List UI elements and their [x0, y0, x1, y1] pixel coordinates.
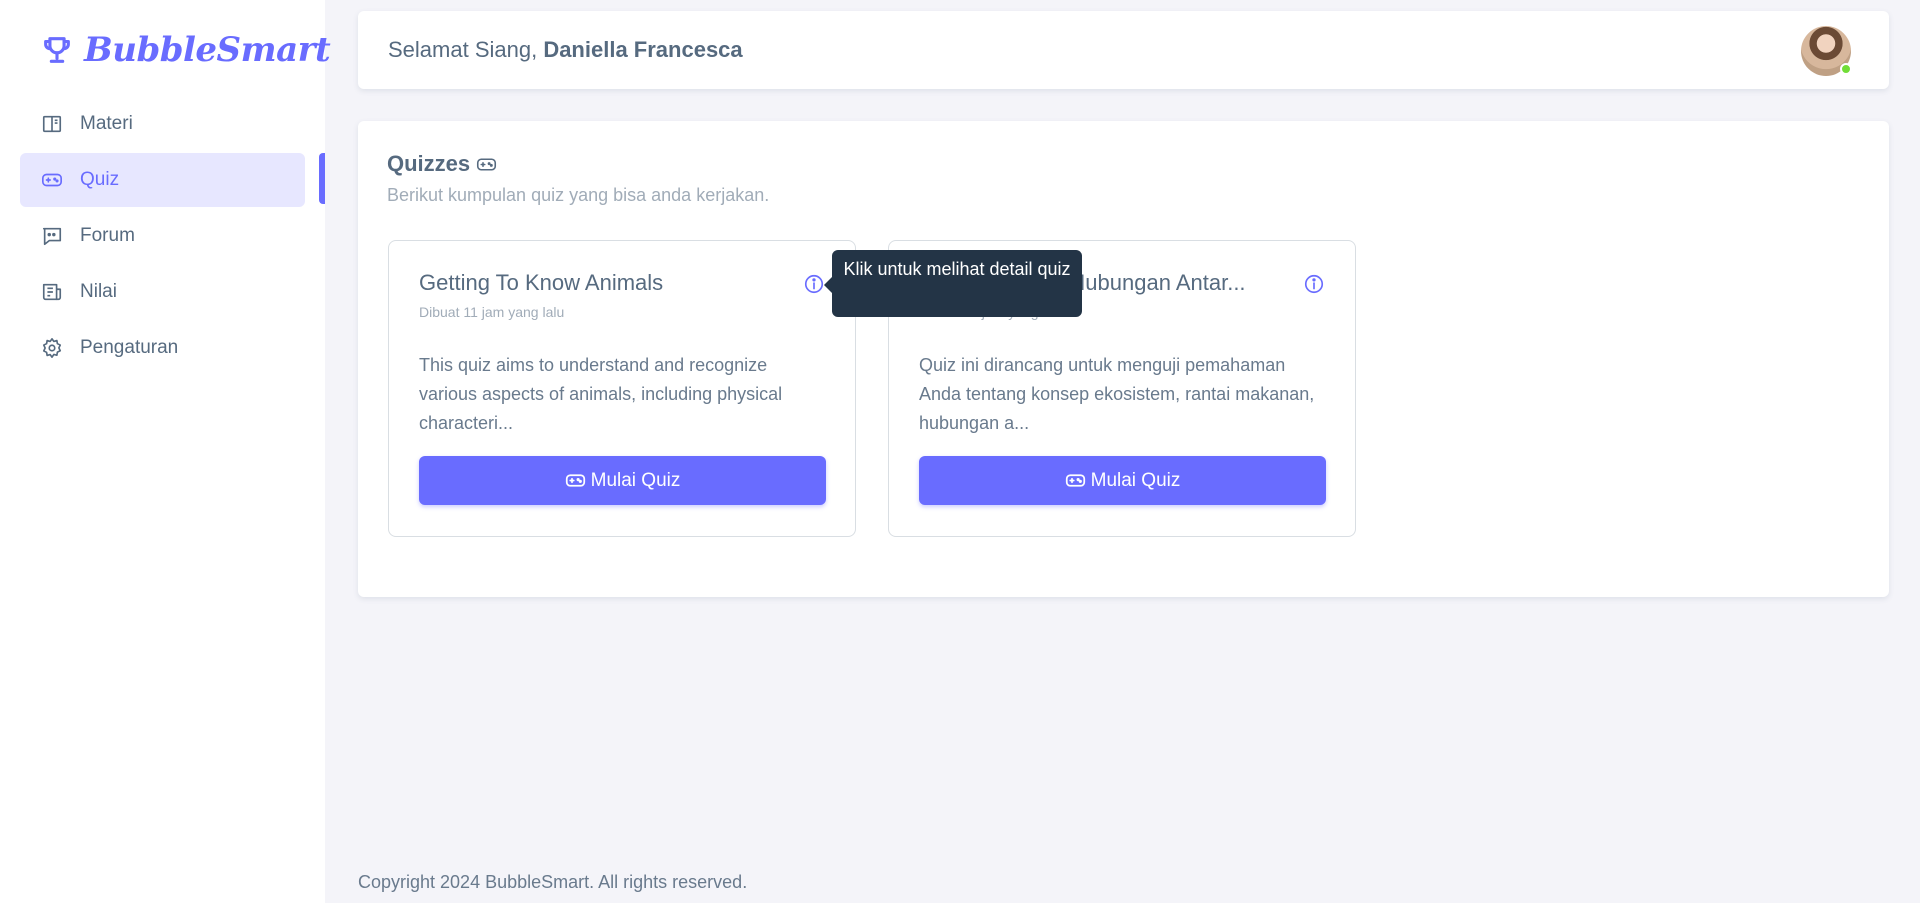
- sidebar-item-label: Nilai: [80, 281, 117, 302]
- info-icon[interactable]: [803, 273, 825, 295]
- book-icon: [42, 115, 62, 133]
- brand-logo[interactable]: BubbleSmart: [40, 30, 331, 70]
- quiz-detail-tooltip: Klik untuk melihat detail quiz: [824, 250, 1082, 317]
- online-status-dot: [1840, 63, 1852, 75]
- start-quiz-button[interactable]: Mulai Quiz: [919, 456, 1326, 505]
- sidebar-item-materi[interactable]: Materi: [20, 97, 305, 151]
- user-name: Daniella Francesca: [543, 37, 743, 62]
- info-icon[interactable]: [1303, 273, 1325, 295]
- start-quiz-label: Mulai Quiz: [590, 469, 681, 491]
- sidebar-item-label: Materi: [80, 113, 133, 134]
- quizzes-card: Quizzes Berikut kumpulan quiz yang bisa …: [358, 121, 1889, 597]
- quiz-title: Getting To Know Animals: [419, 270, 664, 295]
- grade-icon: [42, 283, 62, 301]
- gamepad-icon: [42, 173, 62, 187]
- gamepad-icon: [565, 474, 585, 487]
- greeting: Selamat Siang, Daniella Francesca: [388, 37, 743, 63]
- start-quiz-label: Mulai Quiz: [1090, 469, 1181, 491]
- page-title: Quizzes: [387, 151, 497, 177]
- gamepad-icon: [477, 157, 497, 171]
- page-title-text: Quizzes: [387, 151, 471, 176]
- footer-copyright: Copyright 2024 BubbleSmart. All rights r…: [358, 872, 748, 892]
- sidebar-item-quiz[interactable]: Quiz: [20, 153, 305, 207]
- gamepad-icon: [1065, 474, 1085, 487]
- trophy-icon: [44, 37, 70, 63]
- chat-icon: [42, 227, 62, 246]
- gear-icon: [42, 338, 62, 358]
- sidebar-item-label: Quiz: [80, 169, 120, 190]
- sidebar-item-forum[interactable]: Forum: [20, 209, 305, 263]
- sidebar-item-nilai[interactable]: Nilai: [20, 265, 305, 319]
- quiz-description: This quiz aims to understand and recogni…: [419, 355, 783, 433]
- sidebar: BubbleSmart Materi Quiz Forum Nilai Peng…: [0, 0, 331, 903]
- sidebar-item-pengaturan[interactable]: Pengaturan: [20, 321, 305, 375]
- sidebar-item-label: Forum: [80, 225, 135, 246]
- brand-name: BubbleSmart: [84, 30, 331, 70]
- sidebar-menu: Materi Quiz Forum Nilai Pengaturan: [20, 97, 305, 377]
- quiz-card: Getting To Know Animals Dibuat 11 jam ya…: [388, 240, 856, 537]
- quiz-description: Quiz ini dirancang untuk menguji pemaham…: [919, 355, 1315, 433]
- quiz-created: Dibuat 11 jam yang lalu: [419, 304, 565, 320]
- page-subtitle: Berikut kumpulan quiz yang bisa anda ker…: [387, 185, 770, 205]
- avatar[interactable]: [1801, 26, 1852, 76]
- sidebar-item-label: Pengaturan: [80, 337, 179, 358]
- topbar: Selamat Siang, Daniella Francesca: [358, 11, 1889, 89]
- greeting-prefix: Selamat Siang,: [388, 37, 544, 62]
- start-quiz-button[interactable]: Mulai Quiz: [419, 456, 826, 505]
- active-indicator: [319, 153, 325, 204]
